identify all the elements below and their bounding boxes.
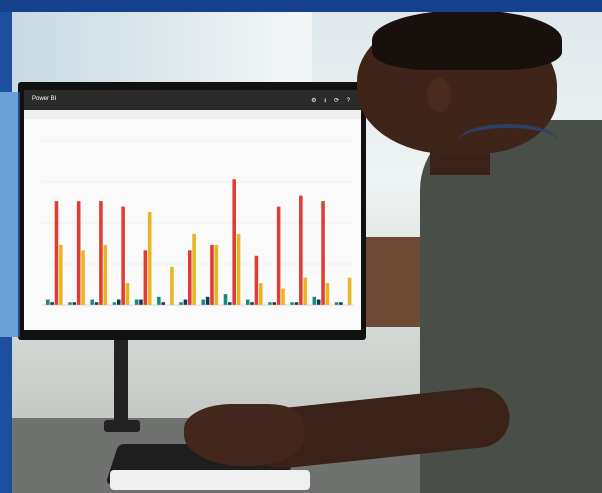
bar-s3-c8 bbox=[236, 233, 241, 305]
photo-scene: Power BI ⚙ ⭳ ⟳ ? bbox=[0, 0, 602, 493]
bar-s0-c4 bbox=[134, 299, 139, 305]
bar-s1-c8 bbox=[228, 302, 232, 305]
bar-s0-c13 bbox=[334, 302, 339, 305]
monitor-stand-base bbox=[104, 420, 140, 432]
app-title-bar: Power BI ⚙ ⭳ ⟳ ? bbox=[24, 90, 361, 110]
bar-s0-c3 bbox=[112, 302, 117, 305]
bar-s1-c6 bbox=[183, 299, 188, 305]
bar-s3-c5 bbox=[170, 266, 174, 305]
bar-s3-c9 bbox=[258, 283, 263, 305]
bar-s0-c12 bbox=[312, 296, 317, 305]
monitor-stand bbox=[114, 338, 128, 426]
bar-s3-c10 bbox=[281, 288, 285, 305]
person-hand bbox=[184, 404, 304, 466]
bar-s2-c11 bbox=[299, 195, 303, 305]
person-sleeve bbox=[438, 280, 602, 390]
bar-s0-c1 bbox=[68, 302, 72, 305]
person-collar bbox=[458, 124, 558, 158]
bar-s1-c11 bbox=[294, 302, 299, 305]
bar-s3-c11 bbox=[303, 277, 307, 305]
bar-s1-c3 bbox=[116, 299, 121, 305]
top-band bbox=[0, 0, 602, 12]
bar-s1-c12 bbox=[316, 299, 321, 305]
bar-s1-c9 bbox=[250, 302, 254, 305]
bar-s3-c13 bbox=[347, 277, 352, 305]
side-panel bbox=[0, 92, 20, 337]
bar-s2-c0 bbox=[54, 201, 59, 305]
bar-s2-c9 bbox=[254, 255, 259, 305]
person-ear bbox=[427, 78, 451, 112]
bar-s3-c0 bbox=[59, 244, 63, 305]
bar-s2-c10 bbox=[276, 206, 281, 305]
bar-s3-c1 bbox=[81, 250, 85, 305]
bar-s0-c10 bbox=[268, 302, 272, 305]
bar-s0-c5 bbox=[157, 296, 161, 305]
bar-s1-c5 bbox=[161, 302, 165, 305]
bar-s2-c12 bbox=[321, 201, 325, 305]
bar-s3-c3 bbox=[125, 283, 130, 305]
bar-s2-c8 bbox=[232, 179, 236, 305]
bar-s2-c6 bbox=[187, 250, 192, 305]
person-hair bbox=[372, 10, 562, 70]
bar-s1-c4 bbox=[139, 299, 143, 305]
bar-s1-c1 bbox=[72, 302, 77, 305]
keyboard-edge bbox=[110, 470, 310, 490]
bar-s3-c7 bbox=[214, 244, 219, 305]
bar-s0-c8 bbox=[223, 294, 228, 305]
bar-s3-c6 bbox=[192, 233, 196, 305]
bar-s1-c10 bbox=[272, 302, 277, 305]
bar-s0-c7 bbox=[201, 299, 206, 305]
bar-s2-c7 bbox=[210, 244, 214, 305]
bar-s0-c11 bbox=[290, 302, 294, 305]
bar-s0-c2 bbox=[90, 299, 94, 305]
bar-s2-c3 bbox=[121, 206, 125, 305]
bar-s3-c12 bbox=[325, 283, 330, 305]
bar-s0-c0 bbox=[45, 299, 50, 305]
bar-s1-c0 bbox=[50, 302, 54, 305]
bar-s0-c6 bbox=[179, 302, 183, 305]
bar-chart bbox=[42, 140, 353, 306]
bar-s3-c4 bbox=[147, 212, 152, 305]
bar-s1-c7 bbox=[205, 296, 210, 305]
bar-s2-c2 bbox=[99, 201, 103, 305]
bar-s1-c13 bbox=[339, 302, 343, 305]
app-name: Power BI bbox=[32, 96, 57, 102]
toolbar bbox=[24, 110, 361, 119]
bar-s0-c9 bbox=[245, 299, 250, 305]
bar-s2-c4 bbox=[143, 250, 148, 305]
bar-s3-c2 bbox=[103, 244, 108, 305]
monitor-screen: Power BI ⚙ ⭳ ⟳ ? bbox=[24, 90, 361, 330]
bar-s2-c1 bbox=[76, 201, 81, 305]
bar-s1-c2 bbox=[94, 302, 99, 305]
window-icons: ⚙ ⭳ ⟳ ? bbox=[311, 98, 353, 104]
